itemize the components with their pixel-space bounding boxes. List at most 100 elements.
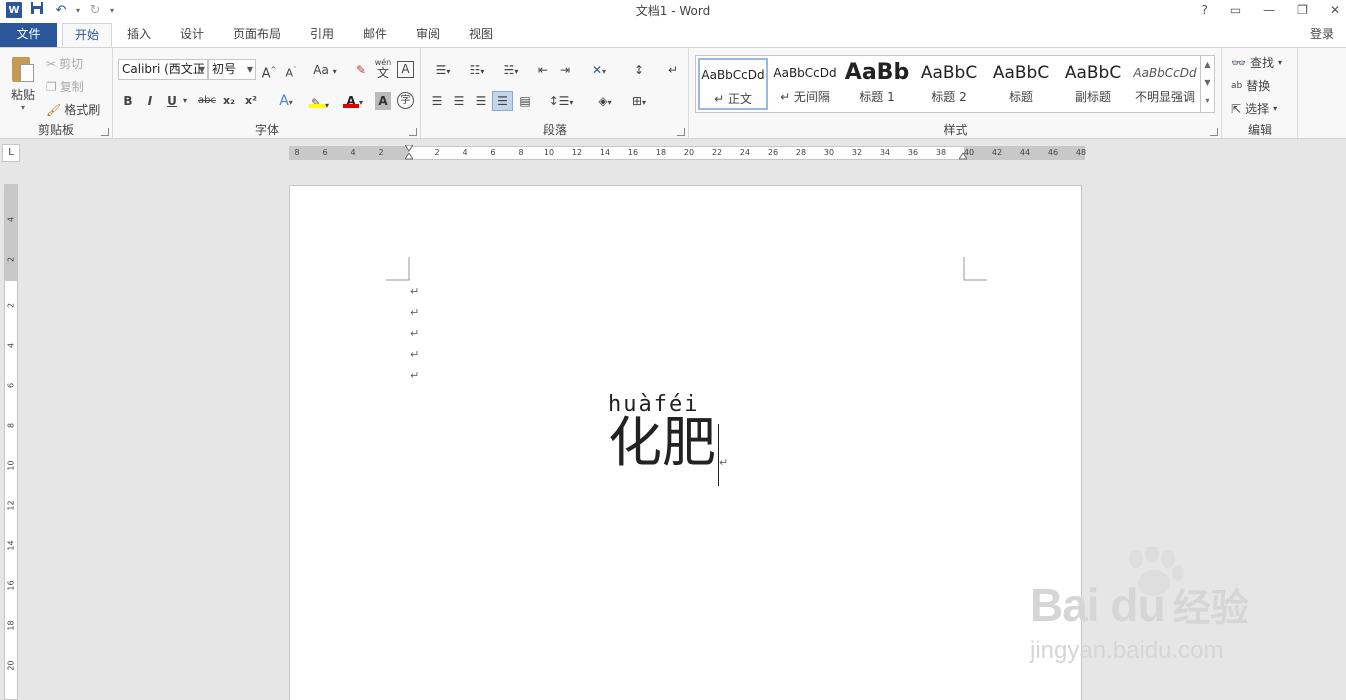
align-right-icon[interactable]: ☰ <box>472 92 490 110</box>
document-page[interactable]: ↵ ↵ ↵ ↵ ↵ huàféi 化肥 ↵ <box>289 185 1082 700</box>
close-button[interactable]: ✕ <box>1330 3 1340 17</box>
ruler-tick-label: 8 <box>6 422 16 429</box>
bullets-button[interactable]: ☰▾ <box>428 61 458 79</box>
paragraph-launcher-icon[interactable] <box>677 128 685 136</box>
hanging-indent-icon[interactable] <box>405 153 413 160</box>
font-launcher-icon[interactable] <box>409 128 417 136</box>
format-painter-label: 格式刷 <box>64 103 101 117</box>
style-no-spacing[interactable]: AaBbCcDd ↵ 无间隔 <box>770 58 840 110</box>
multilevel-list-button[interactable]: ☵▾ <box>496 61 526 79</box>
distributed-icon[interactable]: ▤ <box>516 92 534 110</box>
justify-icon[interactable]: ☰ <box>492 91 513 111</box>
borders-button[interactable]: ⊞▾ <box>624 92 654 110</box>
character-shading-button[interactable]: A <box>375 92 391 110</box>
shading-button[interactable]: ◈▾ <box>590 92 620 110</box>
text-effects-button[interactable]: A▾ <box>272 92 300 110</box>
chevron-down-icon: ▼ <box>246 65 253 74</box>
ruler-tick-label: 4 <box>6 342 16 349</box>
horizontal-ruler[interactable]: 8 6 4 2 2 4 6 8 10 12 14 16 18 20 22 24 26 28 30 32 34 36 38 40… <box>289 145 1086 160</box>
strikethrough-button[interactable]: abc <box>196 92 218 110</box>
login-link[interactable]: 登录 <box>1310 25 1334 42</box>
enclose-characters-button[interactable]: 字 <box>397 92 414 109</box>
character-border-button[interactable]: A <box>397 61 414 78</box>
ruler-tick-label: 4 <box>462 148 468 157</box>
tab-design[interactable]: 设计 <box>168 23 216 47</box>
gallery-up-icon[interactable]: ▲ <box>1201 56 1214 74</box>
minimize-button[interactable]: — <box>1263 3 1275 17</box>
ribbon-display-button[interactable]: ▭ <box>1230 3 1241 17</box>
style-name: ↵ 正文 <box>714 92 752 106</box>
tab-insert[interactable]: 插入 <box>115 23 163 47</box>
style-heading-1[interactable]: AaBb 标题 1 <box>842 58 912 110</box>
vertical-ruler[interactable]: 4 2 2 4 6 8 10 12 14 16 18 20 <box>4 184 18 700</box>
format-painter-button[interactable]: 🖌 格式刷 <box>46 101 100 118</box>
line-spacing-button[interactable]: ↕☰▾ <box>546 92 576 110</box>
underline-button[interactable]: U <box>164 92 180 110</box>
underline-dropdown-icon[interactable]: ▾ <box>180 92 190 110</box>
paragraph-group-label: 段落 <box>542 123 567 137</box>
font-color-button[interactable]: A ▾ <box>338 92 368 110</box>
align-left-icon[interactable]: ☰ <box>428 92 446 110</box>
ruby-text-block[interactable]: huàféi 化肥 <box>608 392 716 473</box>
sort-icon[interactable]: ↕ <box>630 61 648 79</box>
replace-button[interactable]: ab 替换 <box>1231 77 1270 94</box>
tab-references[interactable]: 引用 <box>298 23 346 47</box>
superscript-button[interactable]: x² <box>242 92 260 110</box>
bold-button[interactable]: B <box>120 92 136 110</box>
gallery-down-icon[interactable]: ▼ <box>1201 74 1214 92</box>
ruler-tick-label: 2 <box>6 302 16 309</box>
ruler-tick-label: 36 <box>907 148 919 157</box>
highlight-button[interactable]: ✎ ▾ <box>304 92 334 110</box>
styles-launcher-icon[interactable] <box>1210 128 1218 136</box>
show-marks-icon[interactable]: ↵ <box>664 61 682 79</box>
right-indent-icon[interactable] <box>959 153 967 160</box>
italic-button[interactable]: I <box>142 92 158 110</box>
tab-file[interactable]: 文件 <box>0 23 57 47</box>
phonetic-guide-button[interactable]: wén 文 <box>374 58 392 79</box>
ruler-tick-label: 22 <box>711 148 723 157</box>
paste-dropdown-icon[interactable]: ▾ <box>6 103 40 112</box>
copy-button[interactable]: ❐ 复制 <box>46 78 84 95</box>
gallery-more-icon[interactable]: ▾ <box>1201 92 1214 110</box>
increase-indent-icon[interactable]: ⇥ <box>556 61 574 79</box>
ribbon: 粘贴 ▾ ✂ 剪切 ❐ 复制 🖌 格式刷 剪贴板 Calibri (西文正 ▼ 初号 ▼ … <box>0 47 1346 140</box>
restore-button[interactable]: ❐ <box>1297 3 1308 17</box>
tab-selector[interactable]: L <box>2 144 20 162</box>
select-button[interactable]: ⇱ 选择 ▾ <box>1231 100 1277 117</box>
style-sample: AaBbCcDd <box>701 68 765 82</box>
font-group-label: 字体 <box>254 123 279 137</box>
shrink-font-button[interactable]: Aˇ <box>282 61 300 80</box>
clipboard-launcher-icon[interactable] <box>101 128 109 136</box>
tab-view[interactable]: 视图 <box>457 23 505 47</box>
decrease-indent-icon[interactable]: ⇤ <box>534 61 552 79</box>
tab-home[interactable]: 开始 <box>62 23 113 47</box>
subscript-button[interactable]: x₂ <box>220 92 238 110</box>
ruler-tick-label: 34 <box>879 148 891 157</box>
style-title[interactable]: AaBbC 标题 <box>986 58 1056 110</box>
style-subtle-emphasis[interactable]: AaBbCcDd 不明显强调 <box>1130 58 1200 110</box>
first-line-indent-icon[interactable] <box>405 145 413 152</box>
crop-mark-top-right <box>963 257 987 281</box>
help-button[interactable]: ? <box>1201 3 1207 17</box>
chinese-layout-button[interactable]: ✕▾ <box>584 61 614 79</box>
highlighter-icon: ✎ <box>308 92 325 110</box>
font-name-select[interactable]: Calibri (西文正 ▼ <box>118 59 208 80</box>
font-size-select[interactable]: 初号 ▼ <box>208 59 256 80</box>
paste-button[interactable]: 粘贴 ▾ <box>6 54 40 112</box>
tab-review[interactable]: 审阅 <box>404 23 452 47</box>
style-subtitle[interactable]: AaBbC 副标题 <box>1058 58 1128 110</box>
paragraph-mark: ↵ <box>410 327 420 340</box>
style-heading-2[interactable]: AaBbC 标题 2 <box>914 58 984 110</box>
style-normal[interactable]: AaBbCcDd ↵ 正文 <box>698 58 768 110</box>
tab-mailings[interactable]: 邮件 <box>351 23 399 47</box>
change-case-button[interactable]: Aa ▾ <box>310 61 340 79</box>
numbering-button[interactable]: ☷▾ <box>462 61 492 79</box>
align-center-icon[interactable]: ☰ <box>450 92 468 110</box>
grow-font-button[interactable]: A^ <box>260 61 278 81</box>
window-title: 文档1 - Word <box>635 4 711 18</box>
replace-label: 替换 <box>1246 79 1271 93</box>
cut-button[interactable]: ✂ 剪切 <box>46 55 83 72</box>
tab-page-layout[interactable]: 页面布局 <box>221 23 293 47</box>
find-button[interactable]: 👓 查找 ▾ <box>1231 54 1282 71</box>
clear-formatting-icon[interactable]: ✎ <box>352 61 370 79</box>
